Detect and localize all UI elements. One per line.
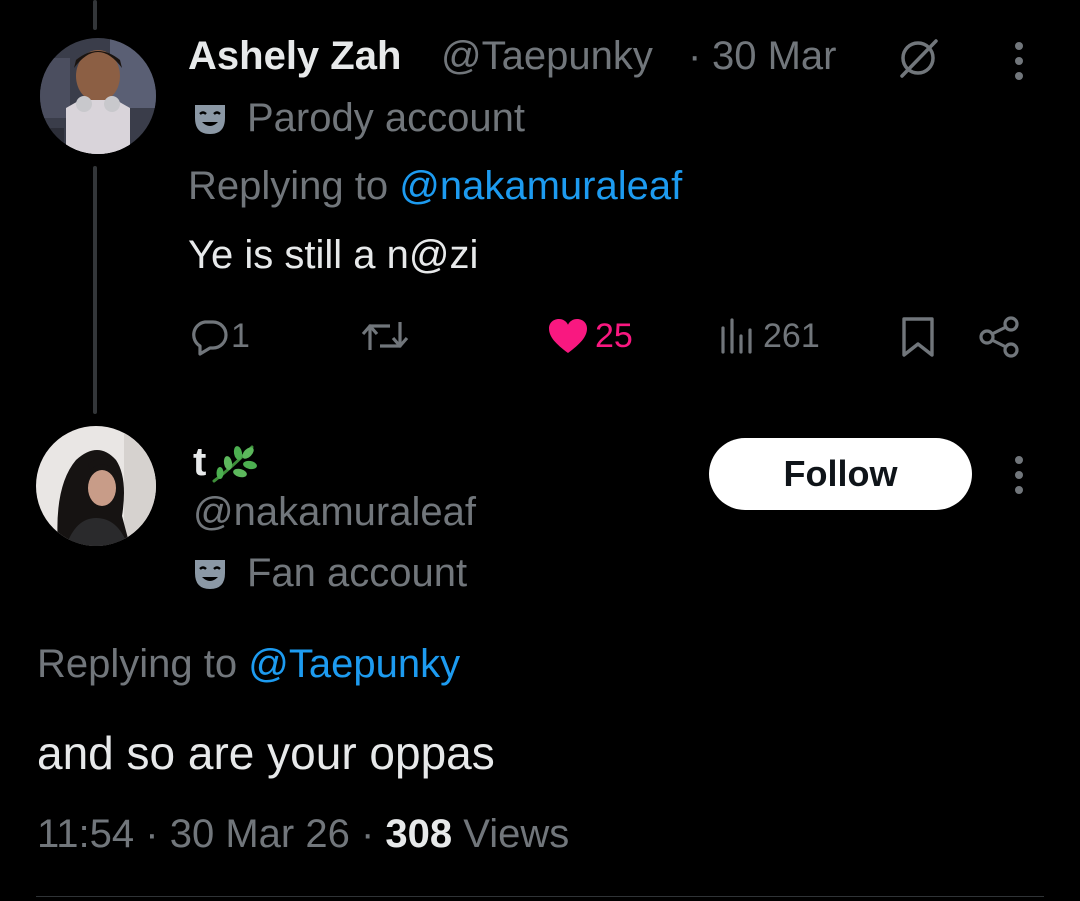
replying-to-prefix: Replying to <box>188 164 389 208</box>
author-handle[interactable]: @Taepunky <box>441 34 653 79</box>
views-count: 261 <box>763 316 820 355</box>
theater-mask-icon <box>193 557 227 591</box>
avatar[interactable] <box>36 426 156 546</box>
reply-button[interactable]: 1 <box>189 316 250 356</box>
replying-to: Replying to @Taepunky <box>37 642 460 687</box>
like-button[interactable]: 25 <box>546 316 633 356</box>
like-count: 25 <box>595 316 633 355</box>
replying-to-prefix: Replying to <box>37 642 238 686</box>
mention-link[interactable]: @Taepunky <box>248 642 460 686</box>
slashed-circle-icon[interactable] <box>893 33 943 88</box>
account-label-text: Parody account <box>247 96 525 140</box>
author-name-text: t <box>193 440 207 484</box>
thread-line-top <box>93 0 97 30</box>
theater-mask-icon <box>193 102 227 136</box>
mention-link[interactable]: @nakamuraleaf <box>399 164 682 208</box>
follow-button[interactable]: Follow <box>709 438 972 510</box>
views-count[interactable]: 308 <box>385 812 452 856</box>
more-vertical-icon[interactable] <box>1015 42 1023 80</box>
more-vertical-icon[interactable] <box>1015 456 1023 494</box>
reply-icon <box>189 316 229 356</box>
thread-line <box>93 166 97 414</box>
replying-to: Replying to @nakamuraleaf <box>188 164 682 209</box>
tweet-meta: 11:54 · 30 Mar 26 · 308 Views <box>37 812 569 857</box>
reply-count: 1 <box>231 316 250 355</box>
herb-emoji <box>208 441 258 485</box>
separator-dot: · <box>688 34 702 78</box>
author-name[interactable]: t <box>193 440 258 485</box>
bookmark-icon <box>900 315 936 359</box>
account-label-text: Fan account <box>247 551 468 595</box>
tweet-date[interactable]: 30 Mar <box>712 34 837 79</box>
avatar[interactable] <box>40 38 156 154</box>
views-chart-icon <box>717 316 757 356</box>
retweet-button[interactable] <box>360 316 410 356</box>
retweet-icon <box>360 316 410 356</box>
separator-dot: · <box>360 812 375 856</box>
account-label: Parody account <box>193 96 525 141</box>
tweet-text: Ye is still a n@zi <box>188 233 479 277</box>
tweet-date[interactable]: 30 Mar 26 <box>170 812 350 856</box>
author-name[interactable]: Ashely Zah <box>188 34 401 79</box>
views-label: Views <box>463 812 570 856</box>
divider <box>36 896 1044 897</box>
share-button[interactable] <box>976 314 1022 360</box>
heart-icon <box>546 316 590 356</box>
views-button[interactable]: 261 <box>717 316 820 356</box>
separator-dot: · <box>145 812 159 856</box>
author-handle[interactable]: @nakamuraleaf <box>193 490 476 535</box>
bookmark-button[interactable] <box>900 315 936 359</box>
share-icon <box>976 314 1022 360</box>
account-label: Fan account <box>193 551 467 596</box>
tweet-time[interactable]: 11:54 <box>37 812 134 856</box>
tweet-text: and so are your oppas <box>37 727 495 779</box>
